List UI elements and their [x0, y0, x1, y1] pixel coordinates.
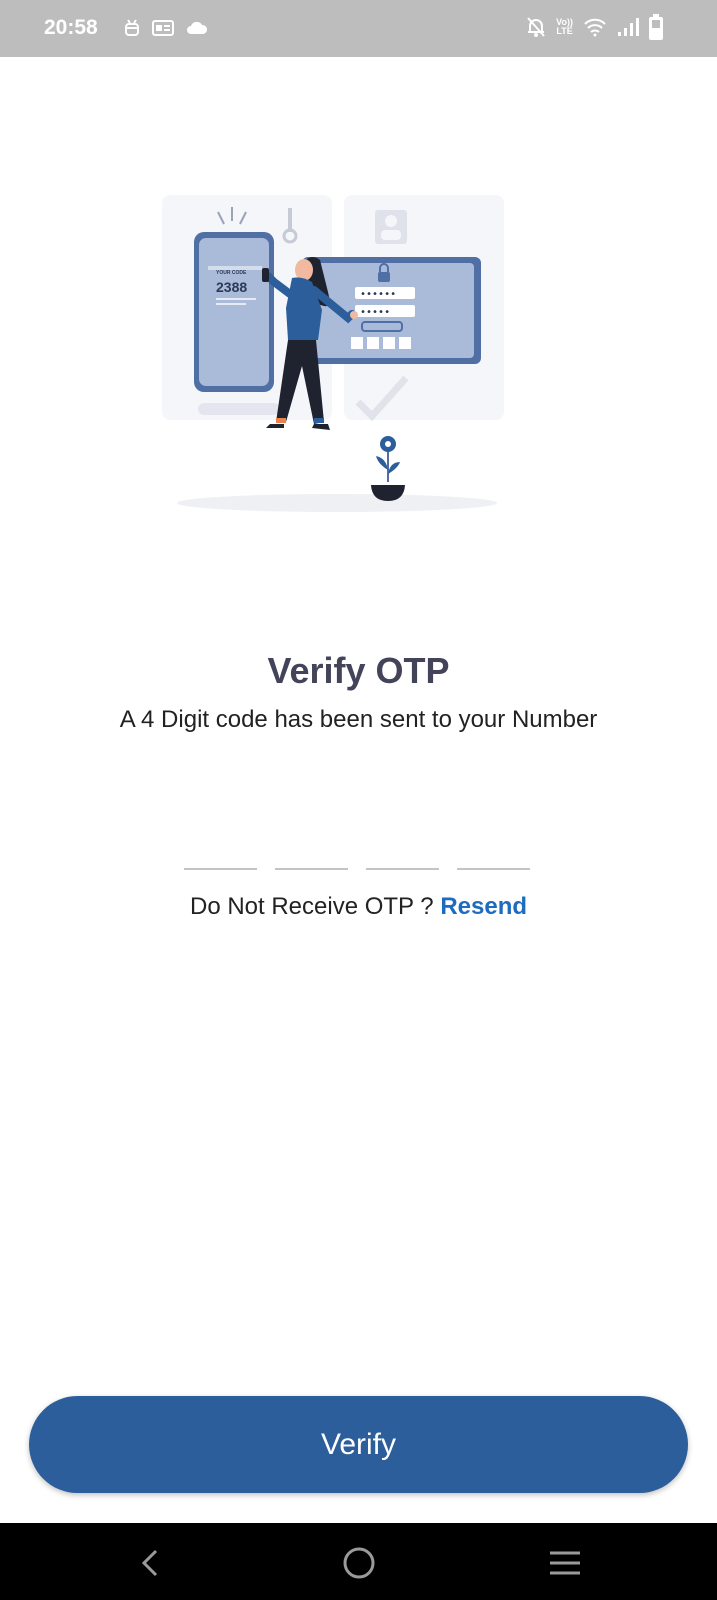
volte-icon: Vo)) LTE	[556, 18, 573, 36]
battery-icon	[649, 14, 663, 40]
otp-digit-2[interactable]	[275, 820, 348, 870]
home-button[interactable]	[339, 1543, 379, 1583]
navigation-bar	[0, 1523, 717, 1600]
phone-illustration: YOUR CODE 2388	[194, 232, 274, 392]
page-title: Verify OTP	[267, 650, 450, 691]
plant-illustration	[371, 436, 405, 501]
android-debug-icon	[125, 19, 139, 36]
recents-button[interactable]	[545, 1543, 585, 1583]
wifi-icon	[584, 18, 606, 37]
svg-text:••••••: ••••••	[360, 289, 396, 300]
otp-digit-1[interactable]	[184, 820, 257, 870]
monitor-illustration: •••••• •••••	[302, 257, 481, 364]
otp-digit-3[interactable]	[366, 820, 439, 870]
menu-icon	[550, 1551, 580, 1575]
page-subtitle: A 4 Digit code has been sent to your Num…	[119, 706, 598, 733]
status-time: 20:58	[44, 16, 98, 39]
phone-label: YOUR CODE	[216, 270, 247, 276]
news-icon	[152, 20, 174, 36]
home-icon	[343, 1547, 375, 1579]
signal-icon	[618, 18, 639, 36]
otp-digit-4[interactable]	[457, 820, 530, 870]
resend-link[interactable]: Resend	[440, 893, 527, 920]
resend-row: Do Not Receive OTP ? Resend	[0, 893, 717, 921]
otp-input-group	[184, 820, 530, 870]
back-icon	[141, 1549, 158, 1577]
volte-label-bottom: LTE	[556, 26, 573, 36]
mute-bell-icon	[527, 17, 545, 37]
svg-text:•••••: •••••	[360, 307, 390, 318]
status-bar: 20:58 Vo)) LTE	[0, 0, 717, 57]
otp-illustration: YOUR CODE 2388 •••••• •••••	[162, 195, 504, 512]
verify-button[interactable]: Verify	[29, 1396, 688, 1493]
resend-prompt: Do Not Receive OTP ?	[189, 893, 434, 920]
back-button[interactable]	[130, 1543, 170, 1583]
phone-code: 2388	[216, 279, 247, 295]
user-icon	[375, 210, 407, 244]
cloud-icon	[187, 21, 208, 34]
